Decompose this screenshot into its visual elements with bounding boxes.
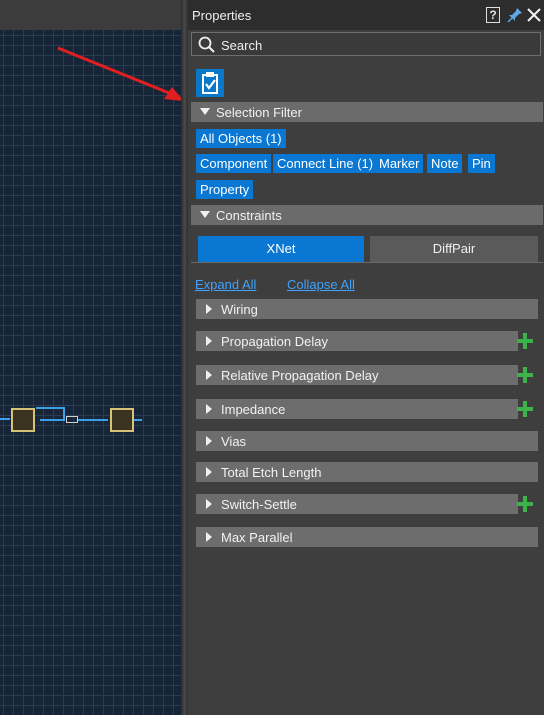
- clipboard-check-icon: [202, 72, 218, 94]
- clipboard-check-button[interactable]: [196, 69, 224, 97]
- category-propagation-delay[interactable]: Propagation Delay: [196, 331, 518, 351]
- triangle-right-icon: [206, 336, 212, 346]
- section-label: Selection Filter: [216, 105, 302, 120]
- category-wiring[interactable]: Wiring: [196, 299, 538, 319]
- annotation-arrow: [57, 46, 184, 101]
- schematic-component[interactable]: [11, 408, 35, 432]
- filter-chip-property[interactable]: Property: [196, 180, 254, 199]
- triangle-right-icon: [206, 436, 212, 446]
- category-vias[interactable]: Vias: [196, 431, 538, 451]
- plus-icon[interactable]: [517, 401, 533, 417]
- selection-filter-header[interactable]: Selection Filter: [191, 102, 543, 122]
- category-total-etch-length[interactable]: Total Etch Length: [196, 462, 538, 482]
- category-switch-settle[interactable]: Switch-Settle: [196, 494, 518, 514]
- filter-chip-marker[interactable]: Marker: [375, 154, 424, 173]
- triangle-right-icon: [206, 404, 212, 414]
- tab-diffpair[interactable]: DiffPair: [370, 236, 538, 262]
- category-label: Wiring: [221, 302, 258, 317]
- filter-chip-note[interactable]: Note: [427, 154, 463, 173]
- category-label: Switch-Settle: [221, 497, 297, 512]
- search-placeholder: Search: [221, 38, 263, 53]
- panel-splitter[interactable]: [181, 0, 188, 715]
- search-input[interactable]: Search: [191, 32, 541, 56]
- plus-icon[interactable]: [517, 333, 533, 349]
- category-label: Impedance: [221, 402, 286, 417]
- triangle-right-icon: [206, 370, 212, 380]
- help-icon[interactable]: ?: [486, 7, 500, 23]
- schematic-canvas[interactable]: [0, 0, 184, 715]
- pin-icon[interactable]: [506, 6, 524, 24]
- category-relative-propagation-delay[interactable]: Relative Propagation Delay: [196, 365, 518, 385]
- panel-title: Properties: [192, 8, 252, 23]
- filter-chip-component[interactable]: Component: [196, 154, 272, 173]
- tab-xnet[interactable]: XNet: [198, 236, 364, 262]
- properties-panel: Properties ? Search Selection Filter All…: [188, 0, 544, 715]
- filter-chip-pin[interactable]: Pin: [468, 154, 495, 173]
- category-max-parallel[interactable]: Max Parallel: [196, 527, 538, 547]
- triangle-right-icon: [206, 499, 212, 509]
- category-label: Max Parallel: [221, 530, 293, 545]
- connect-line[interactable]: [36, 407, 64, 409]
- section-label: Constraints: [216, 208, 282, 223]
- connect-line[interactable]: [134, 419, 142, 421]
- category-label: Total Etch Length: [221, 465, 322, 480]
- plus-icon[interactable]: [517, 496, 533, 512]
- category-label: Relative Propagation Delay: [221, 368, 379, 383]
- plus-icon[interactable]: [517, 367, 533, 383]
- triangle-right-icon: [206, 467, 212, 477]
- filter-chip-all-objects[interactable]: All Objects (1): [196, 129, 286, 148]
- search-icon: [198, 36, 215, 53]
- collapse-all-link[interactable]: Collapse All: [287, 277, 355, 292]
- triangle-down-icon: [200, 108, 210, 115]
- canvas-toolbar-strip: [0, 0, 181, 30]
- panel-titlebar: Properties ?: [188, 0, 544, 30]
- schematic-resistor[interactable]: [66, 416, 78, 423]
- filter-chip-connect-line[interactable]: Connect Line (1): [273, 154, 378, 173]
- expand-all-link[interactable]: Expand All: [195, 277, 256, 292]
- category-label: Vias: [221, 434, 247, 449]
- tab-divider: [191, 262, 543, 263]
- constraints-header[interactable]: Constraints: [191, 205, 543, 225]
- triangle-down-icon: [200, 211, 210, 218]
- category-impedance[interactable]: Impedance: [196, 399, 518, 419]
- triangle-right-icon: [206, 304, 212, 314]
- connect-line[interactable]: [40, 419, 65, 421]
- triangle-right-icon: [206, 532, 212, 542]
- close-icon[interactable]: [526, 6, 542, 24]
- connect-line[interactable]: [0, 418, 10, 420]
- connect-line[interactable]: [78, 419, 108, 421]
- schematic-component[interactable]: [110, 408, 134, 432]
- category-label: Propagation Delay: [221, 334, 328, 349]
